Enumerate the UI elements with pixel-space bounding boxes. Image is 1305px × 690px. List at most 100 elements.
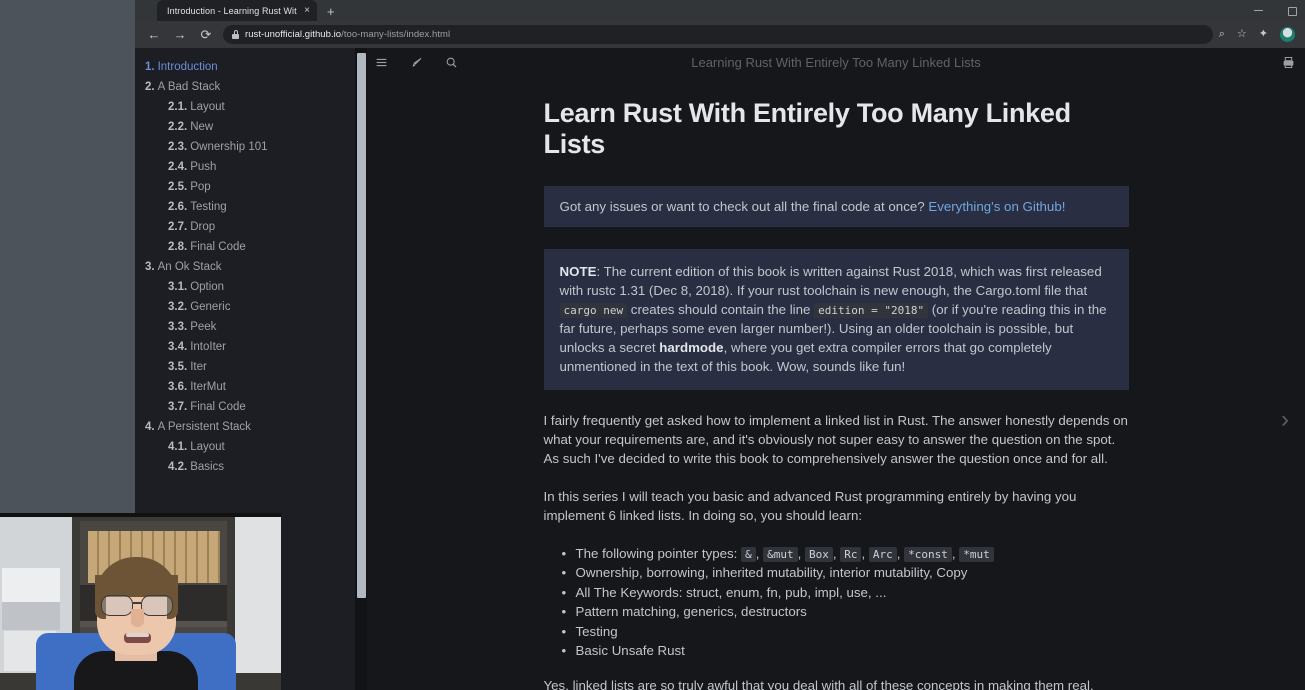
sidebar-item-push[interactable]: 2.4. Push bbox=[135, 159, 367, 175]
list-item: 3.5. Iter bbox=[135, 357, 367, 377]
tab-title: Introduction - Learning Rust Wit bbox=[167, 5, 297, 16]
toc-number: 4.2. bbox=[168, 461, 188, 473]
list-item: Testing bbox=[544, 623, 1129, 641]
list-item: 3.7. Final Code bbox=[135, 397, 367, 417]
reload-icon[interactable]: ⟳ bbox=[193, 22, 219, 48]
toc-number: 1. bbox=[145, 61, 155, 73]
sidebar-item-new[interactable]: 2.2. New bbox=[135, 119, 367, 135]
close-icon[interactable]: × bbox=[304, 5, 310, 16]
new-tab-button[interactable]: + bbox=[327, 5, 335, 18]
sidebar-item-label: Push bbox=[190, 161, 217, 173]
sidebar-item-layout[interactable]: 2.1. Layout bbox=[135, 99, 367, 115]
zoom-icon[interactable]: ⌕ bbox=[1219, 29, 1225, 40]
toc-number: 2.4. bbox=[168, 161, 188, 173]
minimize-icon[interactable] bbox=[1253, 5, 1264, 16]
maximize-icon[interactable] bbox=[1286, 5, 1297, 16]
paintbrush-icon[interactable] bbox=[410, 56, 423, 69]
sidebar-item-final-code[interactable]: 3.7. Final Code bbox=[135, 399, 367, 415]
list-item: Pattern matching, generics, destructors bbox=[544, 603, 1129, 621]
avatar[interactable] bbox=[1280, 27, 1295, 42]
list-item: 4.1. Layout bbox=[135, 437, 367, 457]
toc-number: 3.7. bbox=[168, 401, 188, 413]
paragraph-2: In this series I will teach you basic an… bbox=[543, 488, 1077, 523]
sidebar-item-intoiter[interactable]: 3.4. IntoIter bbox=[135, 339, 367, 355]
webcam-papers bbox=[2, 568, 60, 630]
sidebar-item-pop[interactable]: 2.5. Pop bbox=[135, 179, 367, 195]
list-item: 3.2. Generic bbox=[135, 297, 367, 317]
address-bar[interactable]: rust-unofficial.github.io/too-many-lists… bbox=[223, 25, 1213, 44]
menu-icon[interactable] bbox=[375, 56, 388, 69]
list-item: 3.4. IntoIter bbox=[135, 337, 367, 357]
toc-number: 2.1. bbox=[168, 101, 188, 113]
sidebar-item-generic[interactable]: 3.2. Generic bbox=[135, 299, 367, 315]
next-page-chevron-icon[interactable]: › bbox=[1281, 408, 1289, 432]
list-item: 2.1. Layout bbox=[135, 97, 367, 117]
webcam-person-glasses-right bbox=[141, 595, 173, 616]
sidebar-scrollbar[interactable] bbox=[355, 48, 367, 690]
sidebar-item-label: An Ok Stack bbox=[157, 261, 222, 273]
browser-toolbar: ← → ⟳ rust-unofficial.github.io/too-many… bbox=[135, 21, 1305, 48]
list-item: 2.8. Final Code bbox=[135, 237, 367, 257]
note-code-cargo-new: cargo new bbox=[559, 303, 628, 319]
forward-icon[interactable]: → bbox=[167, 22, 193, 48]
sidebar-item-label: Layout bbox=[190, 441, 225, 453]
toc-number: 3.6. bbox=[168, 381, 188, 393]
github-link[interactable]: Everything's on Github! bbox=[928, 199, 1065, 214]
list-item: 2.6. Testing bbox=[135, 197, 367, 217]
toc-number: 4.1. bbox=[168, 441, 188, 453]
bullet-text: Ownership, borrowing, inherited mutabili… bbox=[575, 565, 968, 581]
sidebar-item-label: Ownership 101 bbox=[190, 141, 268, 153]
list-item: Ownership, borrowing, inherited mutabili… bbox=[544, 564, 1129, 582]
list-item: 3.3. Peek bbox=[135, 317, 367, 337]
bullet-text: All The Keywords: struct, enum, fn, pub,… bbox=[575, 584, 887, 600]
lock-icon bbox=[232, 30, 239, 39]
toc-number: 3.5. bbox=[168, 361, 188, 373]
browser-window: Introduction - Learning Rust Wit × + ← →… bbox=[135, 0, 1305, 690]
sidebar-item-itermut[interactable]: 3.6. IterMut bbox=[135, 379, 367, 395]
bookmark-icon[interactable]: ☆ bbox=[1237, 29, 1247, 40]
list-item: 4.2. Basics bbox=[135, 457, 367, 477]
list-item: 2.2. New bbox=[135, 117, 367, 137]
sidebar-item-iter[interactable]: 3.5. Iter bbox=[135, 359, 367, 375]
sidebar-item-testing[interactable]: 2.6. Testing bbox=[135, 199, 367, 215]
book-title: Learning Rust With Entirely Too Many Lin… bbox=[691, 54, 981, 70]
browser-tab[interactable]: Introduction - Learning Rust Wit × bbox=[157, 0, 317, 21]
sidebar-item-drop[interactable]: 2.7. Drop bbox=[135, 219, 367, 235]
webcam-person-glasses-bridge bbox=[133, 602, 141, 604]
sidebar-item-introduction[interactable]: 1. Introduction bbox=[135, 59, 367, 75]
sidebar-item-peek[interactable]: 3.3. Peek bbox=[135, 319, 367, 335]
sidebar-item-label: Iter bbox=[190, 361, 207, 373]
address-bar-url: rust-unofficial.github.io/too-many-lists… bbox=[245, 29, 450, 40]
search-icon[interactable] bbox=[445, 56, 458, 69]
inline-code: *const bbox=[904, 546, 952, 562]
toc-number: 3.4. bbox=[168, 341, 188, 353]
sidebar-item-layout[interactable]: 4.1. Layout bbox=[135, 439, 367, 455]
sidebar-item-an-ok-stack[interactable]: 3. An Ok Stack bbox=[135, 259, 367, 275]
extensions-icon[interactable]: ✦ bbox=[1259, 29, 1268, 40]
toc-number: 3. bbox=[145, 261, 155, 273]
list-item: 4. A Persistent Stack bbox=[135, 417, 367, 437]
sidebar-scrollbar-thumb[interactable] bbox=[357, 53, 366, 598]
book-toolbar-left bbox=[375, 56, 458, 69]
toc-number: 2. bbox=[145, 81, 155, 93]
back-icon[interactable]: ← bbox=[141, 22, 167, 48]
sidebar-item-label: IntoIter bbox=[190, 341, 226, 353]
toc-number: 2.2. bbox=[168, 121, 188, 133]
sidebar-item-label: A Bad Stack bbox=[157, 81, 221, 93]
github-callout: Got any issues or want to check out all … bbox=[543, 186, 1129, 228]
bullet-text: Testing bbox=[575, 623, 618, 639]
sidebar-item-basics[interactable]: 4.2. Basics bbox=[135, 459, 367, 475]
sidebar-item-final-code[interactable]: 2.8. Final Code bbox=[135, 239, 367, 255]
sidebar-item-a-persistent-stack[interactable]: 4. A Persistent Stack bbox=[135, 419, 367, 435]
sidebar-item-label: A Persistent Stack bbox=[157, 421, 251, 433]
sidebar-item-option[interactable]: 3.1. Option bbox=[135, 279, 367, 295]
sidebar-item-a-bad-stack[interactable]: 2. A Bad Stack bbox=[135, 79, 367, 95]
window-controls bbox=[1253, 0, 1297, 21]
list-item: 3. An Ok Stack bbox=[135, 257, 367, 277]
inline-code: Rc bbox=[840, 546, 862, 562]
tab-strip: Introduction - Learning Rust Wit × + bbox=[135, 0, 1305, 21]
sidebar-item-label: New bbox=[190, 121, 214, 133]
list-item: The following pointer types: &, &mut, Bo… bbox=[544, 545, 1129, 563]
sidebar-item-ownership-101[interactable]: 2.3. Ownership 101 bbox=[135, 139, 367, 155]
print-icon[interactable] bbox=[1282, 56, 1295, 69]
